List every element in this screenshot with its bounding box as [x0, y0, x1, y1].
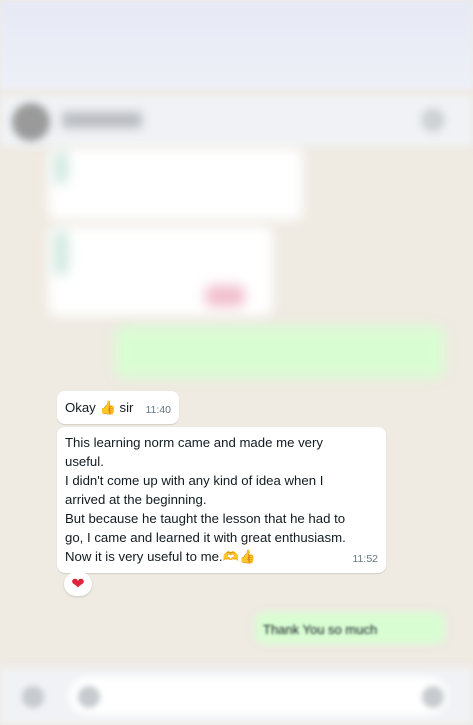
attach-icon[interactable]	[78, 686, 100, 708]
blurred-message	[48, 148, 303, 220]
message-bubble[interactable]: This learning norm came and made me very…	[57, 427, 386, 573]
top-bar	[0, 0, 473, 90]
blurred-sent-message	[115, 326, 445, 378]
blurred-emoji	[205, 285, 245, 307]
contact-name-blurred[interactable]	[62, 112, 142, 128]
message-input[interactable]	[68, 677, 448, 715]
sent-message-text: Thank You so much	[263, 622, 378, 637]
message-text: Okay 👍 sir	[65, 400, 134, 415]
heart-icon: ❤	[71, 576, 85, 593]
emoji-icon[interactable]	[22, 686, 44, 708]
blurred-quote-bar	[54, 150, 68, 184]
message-text: This learning norm came and made me very…	[65, 435, 346, 564]
mic-icon[interactable]	[422, 686, 444, 708]
menu-icon[interactable]	[421, 108, 445, 132]
message-time: 11:52	[352, 553, 379, 565]
message-bubble[interactable]: Okay 👍 sir 11:40	[57, 391, 179, 424]
blurred-quote-bar	[54, 230, 68, 276]
message-time: 11:40	[145, 404, 172, 416]
heart-reaction-icon[interactable]: ❤	[64, 572, 92, 596]
avatar[interactable]	[12, 103, 50, 141]
